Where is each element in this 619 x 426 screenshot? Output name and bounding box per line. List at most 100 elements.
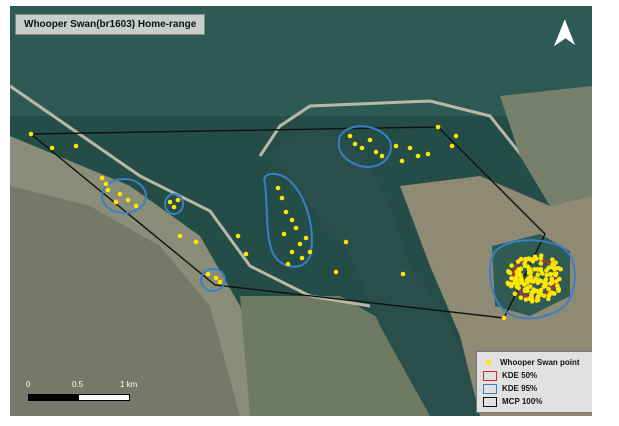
- swan-point: [193, 239, 199, 245]
- swan-point: [279, 195, 285, 201]
- legend-label-point: Whooper Swan point: [500, 358, 580, 367]
- swan-point: [449, 143, 455, 149]
- map-title: Whooper Swan(br1603) Home-range: [15, 14, 206, 35]
- swan-point: [393, 143, 399, 149]
- swan-point: [400, 271, 406, 277]
- swan-point: [509, 275, 514, 281]
- swan-point: [538, 287, 544, 293]
- swan-point: [555, 265, 561, 271]
- swan-point: [299, 255, 305, 261]
- kde95-symbol-icon: [483, 383, 497, 394]
- swan-point: [213, 275, 219, 281]
- point-symbol-icon: [483, 358, 495, 368]
- swan-point: [281, 231, 287, 237]
- swan-point: [125, 197, 131, 203]
- swan-point: [548, 290, 554, 296]
- swan-point: [243, 251, 249, 257]
- swan-point: [373, 149, 379, 155]
- swan-point: [552, 266, 557, 272]
- scale-label-1km: 1 km: [120, 380, 138, 389]
- swan-point: [524, 287, 530, 293]
- swan-point: [516, 285, 521, 291]
- swan-point: [523, 297, 529, 302]
- swan-point: [512, 280, 518, 286]
- swan-point: [235, 233, 241, 239]
- swan-point: [538, 261, 544, 266]
- swan-point: [283, 209, 289, 215]
- swan-point: [113, 199, 119, 205]
- swan-point: [505, 280, 511, 286]
- map-view[interactable]: Whooper Swan(br1603) Home-range 0 0.5 1 …: [10, 6, 592, 416]
- swan-point: [425, 151, 431, 157]
- swan-point: [49, 145, 55, 151]
- swan-point: [333, 269, 339, 275]
- legend-label-kde95: KDE 95%: [502, 384, 538, 393]
- swan-point: [528, 278, 534, 284]
- swan-point: [535, 272, 541, 278]
- legend-item-kde95: KDE 95%: [483, 382, 592, 395]
- swan-point: [307, 249, 313, 255]
- scale-label-0: 0: [26, 380, 31, 389]
- swan-point: [117, 191, 123, 197]
- swan-point: [514, 275, 519, 281]
- swan-point: [555, 283, 560, 288]
- mcp-symbol-icon: [483, 396, 497, 407]
- swan-point: [105, 187, 111, 193]
- swan-point: [505, 269, 511, 274]
- swan-point: [285, 261, 291, 267]
- swan-point: [73, 143, 79, 149]
- swan-point: [343, 239, 349, 245]
- swan-point: [217, 279, 223, 285]
- swan-point: [167, 199, 173, 205]
- swan-point: [554, 279, 559, 284]
- swan-point: [538, 266, 544, 272]
- swan-point: [541, 293, 547, 299]
- swan-point: [352, 141, 358, 147]
- kde50-symbol-icon: [483, 370, 497, 381]
- swan-point: [527, 284, 533, 289]
- legend-item-kde50: KDE 50%: [483, 369, 592, 382]
- swan-point: [543, 281, 549, 286]
- swan-point: [99, 175, 105, 181]
- swan-point: [529, 289, 535, 295]
- swan-point: [453, 133, 459, 139]
- swan-point: [515, 259, 521, 264]
- swan-point: [530, 258, 536, 264]
- swan-point: [553, 260, 558, 266]
- swan-point: [28, 131, 34, 137]
- swan-point: [347, 133, 353, 139]
- swan-point: [205, 271, 211, 277]
- swan-point: [518, 272, 523, 278]
- swan-point: [516, 281, 522, 286]
- swan-point: [103, 181, 109, 187]
- swan-point: [535, 294, 541, 300]
- swan-point: [297, 241, 303, 247]
- swan-point: [293, 225, 299, 231]
- swan-point: [518, 276, 524, 282]
- swan-point: [177, 233, 183, 239]
- swan-point: [359, 145, 365, 151]
- swan-point: [532, 254, 538, 260]
- scale-bar-graphic: [28, 394, 130, 401]
- swan-point: [275, 185, 281, 191]
- swan-point: [399, 158, 405, 164]
- swan-point: [171, 204, 177, 210]
- legend-label-kde50: KDE 50%: [502, 371, 538, 380]
- legend-item-mcp: MCP 100%: [483, 395, 592, 408]
- swan-point: [509, 263, 514, 268]
- swan-point: [527, 266, 533, 272]
- swan-point: [540, 271, 545, 276]
- legend: Whooper Swan point KDE 50% KDE 95% MCP 1…: [476, 351, 592, 413]
- swan-point: [303, 235, 309, 241]
- scale-label-half: 0.5: [72, 380, 84, 389]
- swan-point: [379, 153, 385, 159]
- swan-point: [133, 203, 139, 209]
- swan-point: [289, 249, 295, 255]
- legend-item-point: Whooper Swan point: [483, 356, 592, 369]
- swan-point: [546, 286, 551, 292]
- swan-point: [521, 282, 527, 287]
- legend-label-mcp: MCP 100%: [502, 397, 543, 406]
- swan-point: [518, 295, 524, 301]
- swan-point: [407, 145, 413, 151]
- swan-point: [522, 263, 528, 269]
